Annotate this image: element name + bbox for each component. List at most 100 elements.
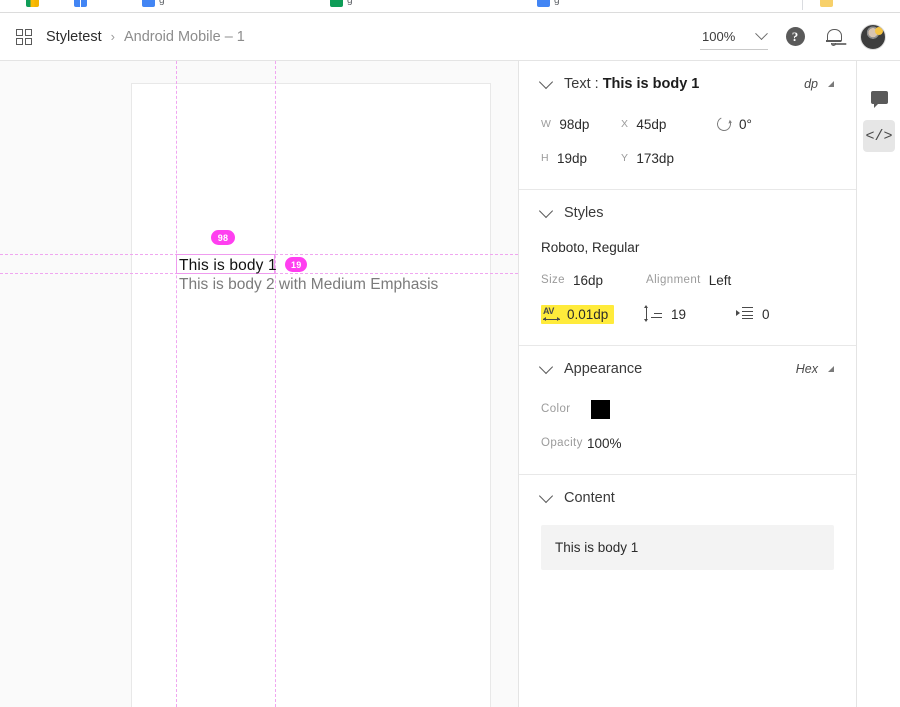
paragraph-indent-icon: [736, 307, 753, 321]
bookmark-sheets-icon: [330, 0, 343, 7]
artboard-text-body-2[interactable]: This is body 2 with Medium Emphasis: [179, 276, 438, 294]
browser-bookmarks-bar: g g g: [0, 0, 900, 13]
letter-spacing-icon: AV: [543, 306, 560, 322]
unit-toggle[interactable]: dp: [804, 77, 834, 91]
section-styles: Styles Roboto, Regular Size 16dp Alignme…: [519, 190, 856, 346]
prop-letter-spacing[interactable]: AV 0.01dp: [541, 304, 646, 324]
width-measure-badge: 98: [211, 230, 235, 245]
prop-rotation-value: 0°: [739, 116, 752, 132]
bookmark-drive-icon: [142, 0, 155, 7]
section-content: Content This is body 1: [519, 475, 856, 570]
color-swatch[interactable]: [591, 399, 610, 419]
prop-y[interactable]: Y 173dp: [621, 151, 717, 166]
code-icon: </>: [865, 127, 893, 145]
prop-width-label: W: [541, 118, 552, 130]
bookmark-folder-item[interactable]: [820, 0, 833, 7]
bookmark-item[interactable]: [74, 0, 87, 7]
notifications-button[interactable]: [822, 26, 844, 48]
line-height-icon: [643, 305, 662, 322]
bookmark-item[interactable]: g: [142, 0, 165, 7]
bookmark-item[interactable]: g: [537, 0, 560, 7]
prop-letter-spacing-value: 0.01dp: [567, 306, 609, 322]
triangle-dropdown-icon: [828, 81, 834, 87]
prop-alignment[interactable]: Alignment Left: [646, 273, 731, 288]
chevron-down-icon[interactable]: [538, 203, 554, 219]
chevron-down-icon: [755, 26, 768, 40]
header-actions: 100% ?: [700, 23, 886, 50]
triangle-dropdown-icon: [828, 366, 834, 372]
prop-row-typography-metrics: AV 0.01dp 19 0: [541, 297, 834, 331]
comment-bubble-icon: [870, 90, 888, 108]
letter-spacing-highlight: AV 0.01dp: [541, 304, 615, 324]
guide-vertical-right: [275, 61, 276, 707]
help-button[interactable]: ?: [784, 26, 806, 48]
section-appearance-title: Appearance: [564, 361, 643, 377]
chevron-down-icon[interactable]: [538, 74, 554, 90]
avatar-highlight: [875, 26, 883, 35]
prop-width-value: 98dp: [559, 116, 590, 132]
comments-button[interactable]: [863, 81, 895, 113]
height-measure-badge: 19: [285, 257, 308, 272]
artboard-android-mobile-1[interactable]: [131, 83, 491, 707]
section-content-header[interactable]: Content: [538, 475, 834, 521]
section-text-title: Text : This is body 1: [564, 76, 699, 92]
breadcrumb: Styletest › Android Mobile – 1: [46, 29, 245, 45]
apps-grid-icon[interactable]: [16, 28, 32, 45]
font-family-value[interactable]: Roboto, Regular: [541, 236, 834, 263]
prop-font-size-value: 16dp: [572, 272, 604, 288]
breadcrumb-root[interactable]: Styletest: [46, 29, 102, 45]
prop-height-label: H: [541, 152, 549, 164]
breadcrumb-separator-icon: ›: [110, 29, 115, 44]
bookmark-item[interactable]: [26, 0, 39, 7]
user-avatar[interactable]: [860, 23, 886, 50]
breadcrumb-current: Android Mobile – 1: [123, 28, 245, 45]
bookmark-item[interactable]: g: [330, 0, 353, 7]
bookmark-label: g: [159, 0, 165, 6]
bookmark-apps-icon: [26, 0, 39, 7]
bookmark-label: g: [554, 0, 560, 6]
right-toolbar: </>: [858, 61, 900, 707]
section-text-name: This is body 1: [602, 76, 700, 92]
unit-value: dp: [804, 77, 818, 91]
prop-opacity-label: Opacity: [541, 437, 583, 449]
app-header: Styletest › Android Mobile – 1 100% ?: [0, 13, 900, 61]
prop-color-label: Color: [541, 403, 571, 415]
prop-paragraph-indent-value: 0: [762, 306, 770, 322]
section-content-title: Content: [564, 490, 615, 506]
chevron-down-icon[interactable]: [538, 488, 554, 504]
prop-x[interactable]: X 45dp: [621, 117, 717, 132]
prop-y-value: 173dp: [636, 150, 674, 166]
prop-line-height-value: 19: [671, 306, 687, 322]
prop-row-opacity: Opacity 100%: [541, 426, 834, 460]
prop-height[interactable]: H 19dp: [541, 151, 621, 166]
content-text-value[interactable]: This is body 1: [541, 525, 834, 570]
prop-row-color: Color: [541, 392, 834, 426]
section-appearance-header[interactable]: Appearance Hex: [538, 346, 834, 392]
prop-opacity-value: 100%: [587, 435, 622, 451]
code-inspect-button[interactable]: </>: [863, 120, 895, 152]
section-text-header[interactable]: Text : This is body 1 dp: [538, 61, 834, 107]
rotation-icon: [715, 115, 733, 133]
prop-paragraph-indent[interactable]: 0: [736, 307, 770, 322]
chevron-down-icon[interactable]: [538, 359, 554, 375]
workspace: This is body 1 This is body 2 with Mediu…: [0, 61, 900, 707]
zoom-level-value: 100%: [702, 28, 736, 44]
section-styles-header[interactable]: Styles: [538, 190, 834, 236]
prop-font-size[interactable]: Size 16dp: [541, 273, 646, 288]
zoom-level-select[interactable]: 100%: [700, 24, 768, 50]
prop-alignment-label: Alignment: [646, 274, 701, 286]
prop-width[interactable]: W 98dp: [541, 117, 621, 132]
artboard-text-body-1[interactable]: This is body 1: [179, 257, 277, 275]
prop-x-label: X: [621, 118, 629, 130]
bell-icon: [825, 28, 842, 46]
prop-font-size-label: Size: [541, 274, 565, 286]
prop-row-hy: H 19dp Y 173dp: [541, 141, 834, 175]
prop-row-size-alignment: Size 16dp Alignment Left: [541, 263, 834, 297]
section-styles-title: Styles: [564, 205, 604, 221]
color-mode-toggle[interactable]: Hex: [796, 362, 834, 376]
prop-line-height[interactable]: 19: [643, 305, 736, 322]
bookmark-docs-icon: [74, 0, 87, 7]
inspect-panel: Text : This is body 1 dp W 98dp X 45dp 0…: [518, 61, 857, 707]
design-canvas[interactable]: This is body 1 This is body 2 with Mediu…: [0, 61, 518, 707]
prop-rotation[interactable]: 0°: [715, 115, 752, 133]
